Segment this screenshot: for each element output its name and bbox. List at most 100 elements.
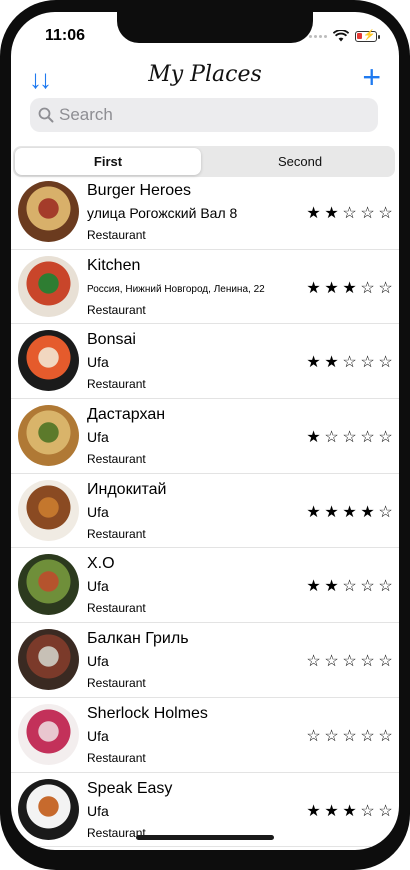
place-row[interactable]: Балкан Гриль Ufa Restaurant ☆ ☆ ☆ ☆ ☆ [11,623,399,698]
star-empty-icon: ☆ [378,503,394,521]
star-empty-icon: ☆ [342,578,358,596]
rating-stars: ☆ ☆ ☆ ☆ ☆ [305,651,395,671]
wifi-icon [333,30,349,42]
place-location: Ufa [87,503,109,520]
segment-first[interactable]: First [15,148,201,175]
place-name: Bonsai [87,331,136,349]
star-filled-icon: ★ [306,354,322,372]
star-empty-icon: ☆ [378,727,394,745]
place-type: Restaurant [87,228,146,242]
star-empty-icon: ☆ [360,429,376,447]
star-empty-icon: ☆ [342,354,358,372]
star-empty-icon: ☆ [378,354,394,372]
place-photo [18,703,79,765]
star-filled-icon: ★ [306,279,322,297]
place-row[interactable]: X.O Ufa Restaurant ★ ★ ☆ ☆ ☆ [11,548,399,624]
star-empty-icon: ☆ [306,653,322,671]
status-icons: ⚡ [309,30,380,42]
rating-stars: ★ ★ ☆ ☆ ☆ [305,203,395,223]
place-location: Ufa [87,429,109,446]
star-filled-icon: ★ [324,205,340,222]
star-empty-icon: ☆ [360,578,376,596]
place-row[interactable]: Индокитай Ufa Restaurant ★ ★ ★ ★ ☆ [11,474,399,549]
rating-stars: ★ ★ ☆ ☆ ☆ [305,352,395,372]
star-empty-icon: ☆ [306,727,322,745]
place-name: X.O [87,555,115,573]
star-filled-icon: ★ [324,503,340,521]
places-list: Burger Heroes улица Рогожский Вал 8 Restau… [11,175,399,848]
segmented-control: First Second [13,146,395,177]
place-photo [18,479,79,541]
place-photo [18,255,79,317]
place-location: Россия, Нижний Новгород, Ленина, 22 [87,283,265,295]
star-empty-icon: ☆ [360,279,376,297]
star-empty-icon: ☆ [324,727,340,745]
add-place-button[interactable]: + [362,59,381,96]
place-photo [18,778,79,840]
star-empty-icon: ☆ [378,279,394,297]
star-empty-icon: ☆ [360,354,376,372]
device-frame: 11:06 ⚡ ↓↓ My Places + Search First Seco… [0,0,410,870]
star-empty-icon: ☆ [342,429,358,447]
place-type: Restaurant [87,377,146,392]
place-type: Restaurant [87,601,146,616]
place-row[interactable]: Burger Heroes улица Рогожский Вал 8 Restau… [11,175,399,250]
place-name: Burger Heroes [87,182,192,199]
place-name: Speak Easy [87,779,173,797]
place-name: Индокитай [87,480,167,498]
place-photo [18,181,79,242]
star-empty-icon: ☆ [342,727,358,745]
device-notch [117,12,313,43]
place-row[interactable]: Sherlock Holmes Ufa Restaurant ☆ ☆ ☆ ☆ ☆ [11,698,399,773]
place-row[interactable]: Bonsai Ufa Restaurant ★ ★ ☆ ☆ ☆ [11,324,399,400]
place-type: Restaurant [87,302,146,317]
rating-stars: ★ ★ ☆ ☆ ☆ [305,576,395,596]
star-empty-icon: ☆ [360,653,376,671]
place-name: Дастархан [87,406,166,424]
place-photo [18,554,79,616]
place-location: улица Рогожский Вал 8 [87,205,238,221]
star-empty-icon: ☆ [378,653,394,671]
rating-stars: ★ ☆ ☆ ☆ ☆ [305,427,395,447]
rating-stars: ☆ ☆ ☆ ☆ ☆ [305,726,395,746]
star-filled-icon: ★ [342,279,358,297]
star-empty-icon: ☆ [342,205,358,222]
star-filled-icon: ★ [324,578,340,596]
star-empty-icon: ☆ [360,205,376,222]
place-name: Kitchen [87,256,141,274]
star-filled-icon: ★ [360,503,376,521]
app-screen: 11:06 ⚡ ↓↓ My Places + Search First Seco… [11,12,399,850]
search-field[interactable]: Search [30,98,378,132]
status-time: 11:06 [45,27,86,44]
place-location: Ufa [87,578,109,595]
star-filled-icon: ★ [306,503,322,521]
rating-stars: ★ ★ ★ ☆ ☆ [305,801,395,821]
star-empty-icon: ☆ [342,653,358,671]
star-filled-icon: ★ [342,802,358,820]
star-filled-icon: ★ [306,802,322,820]
star-empty-icon: ☆ [360,727,376,745]
star-filled-icon: ★ [324,279,340,297]
cellular-signal-icon [309,34,327,38]
star-filled-icon: ★ [306,578,322,596]
place-row[interactable]: Kitchen Россия, Нижний Новгород, Ленина, … [11,250,399,325]
place-name: Балкан Гриль [87,630,189,648]
place-row[interactable]: Дастархан Ufa Restaurant ★ ☆ ☆ ☆ ☆ [11,399,399,474]
place-location: Ufa [87,727,109,744]
segment-second[interactable]: Second [207,148,393,175]
search-placeholder: Search [59,105,113,124]
star-filled-icon: ★ [306,429,322,447]
star-empty-icon: ☆ [324,429,340,447]
place-name: Sherlock Holmes [87,704,208,722]
place-photo [18,629,79,691]
star-filled-icon: ★ [324,354,340,372]
home-indicator[interactable] [136,835,274,840]
battery-icon: ⚡ [355,30,380,42]
place-photo [18,330,79,392]
place-type: Restaurant [87,750,146,765]
place-type: Restaurant [87,526,146,541]
rating-stars: ★ ★ ★ ★ ☆ [305,502,395,522]
star-empty-icon: ☆ [378,205,394,222]
star-filled-icon: ★ [324,802,340,820]
place-photo [18,405,79,467]
